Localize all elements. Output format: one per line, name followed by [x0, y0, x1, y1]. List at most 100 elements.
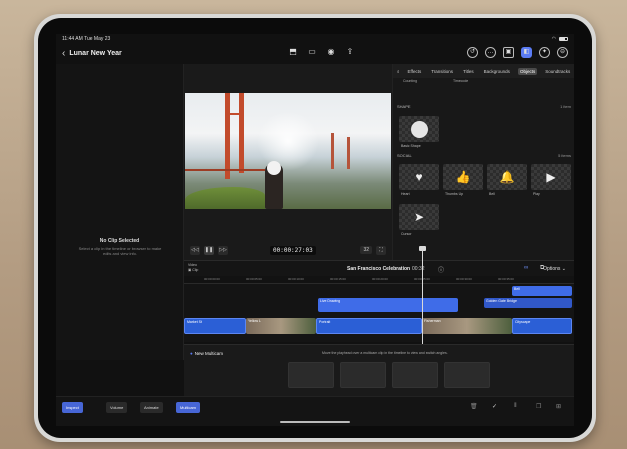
link-icon[interactable]: ∞	[524, 265, 528, 271]
inspect-button[interactable]: Inspect	[62, 402, 83, 413]
pause-button[interactable]: ❚❚	[204, 245, 214, 255]
search-icon[interactable]: ⌕	[397, 69, 400, 74]
browser-toggle-icon[interactable]: ◧	[521, 47, 532, 58]
fullscreen-icon[interactable]: ⛶	[376, 245, 386, 255]
clip-yellow[interactable]: Yellow L	[246, 318, 316, 334]
clip-portrait[interactable]: Portrait	[316, 318, 422, 334]
far-tower	[331, 133, 334, 169]
voiceover-icon[interactable]: ◉	[326, 47, 336, 57]
timeline-tracks: Bell Live Drawing Golden Gate Bridge Mar…	[184, 284, 574, 342]
timecode: 00:00:27:03	[270, 245, 316, 255]
item-counting[interactable]: Counting	[403, 79, 417, 83]
rewind-icon[interactable]: ◁◁	[190, 245, 200, 255]
clip-market-st[interactable]: Market St	[184, 318, 246, 334]
browser-tabs: ⌕ Effects Transitions Titles Backgrounds…	[393, 64, 574, 78]
check-icon[interactable]: ✓	[492, 403, 497, 410]
camera-icon[interactable]: ▭	[307, 47, 317, 57]
label-bell: Bell	[489, 192, 495, 196]
tab-soundtracks[interactable]: Soundtracks	[543, 68, 572, 75]
item-timecode[interactable]: Timecode	[453, 79, 468, 83]
duplicate-icon[interactable]: ❐	[536, 403, 541, 410]
status-time: 11:44 AM Tue May 23	[62, 36, 111, 42]
playhead[interactable]	[422, 248, 423, 344]
tab-transitions[interactable]: Transitions	[429, 68, 455, 75]
timeline-header: Video ▣ Clip San Francisco Celebration 00…	[184, 260, 574, 276]
section-shape: SHAPE 1 item	[397, 104, 571, 109]
home-indicator	[280, 421, 350, 423]
multicam-angle-4[interactable]	[444, 362, 490, 388]
bell-icon: 🔔	[499, 170, 515, 184]
bridge-beam	[225, 113, 244, 115]
multicam-button[interactable]: Multicam	[176, 402, 201, 413]
bridge-tower-right	[239, 93, 244, 173]
bottom-toolbar: Inspect Volume Animate Multicam 🗑 ✓ ⫴ ❐ …	[56, 396, 574, 426]
section-social: SOCIAL 5 items	[397, 153, 571, 158]
tile-basic-shape[interactable]	[399, 116, 439, 142]
cursor-icon: ➤	[413, 210, 425, 224]
far-tower-2	[347, 137, 350, 169]
no-clip-subtitle: Select a clip in the timeline or browser…	[78, 246, 162, 256]
app-screen: 11:44 AM Tue May 23 ◠ ‹ Lunar New Year ⬒…	[56, 34, 574, 426]
video-badge: Video ▣ Clip	[188, 263, 199, 272]
multicam-angle-3[interactable]	[392, 362, 438, 388]
clip-live-drawing[interactable]: Live Drawing	[318, 298, 458, 312]
effects-icon[interactable]: ✦	[539, 47, 550, 58]
forward-icon[interactable]: ▷▷	[218, 245, 228, 255]
viewer: ◁◁ ❚❚ ▷▷ 00:00:27:03 32 ⛶	[184, 64, 392, 260]
person-head	[267, 161, 281, 175]
share-icon[interactable]: ⇪	[345, 47, 355, 57]
history-icon[interactable]: ↺	[467, 47, 478, 58]
more-icon[interactable]: …	[485, 47, 496, 58]
tile-bell[interactable]: 🔔	[487, 164, 527, 190]
label-heart: Heart	[401, 192, 410, 196]
browser-panel: ⌕ Effects Transitions Titles Backgrounds…	[392, 64, 574, 260]
split-icon[interactable]: ⫴	[514, 403, 517, 410]
settings-icon[interactable]: ⊖	[557, 47, 568, 58]
tab-objects[interactable]: Objects	[517, 67, 538, 75]
clip-golden-gate[interactable]: Golden Gate Bridge	[484, 298, 572, 308]
transport-controls: ◁◁ ❚❚ ▷▷ 00:00:27:03 32 ⛶	[184, 242, 392, 258]
hill	[185, 187, 265, 209]
ruler-tick: 00:00:00:00	[204, 277, 220, 281]
ipad-bezel: 11:44 AM Tue May 23 ◠ ‹ Lunar New Year ⬒…	[38, 18, 592, 438]
ruler-tick: 00:00:10:00	[288, 277, 304, 281]
ruler-tick: 00:00:30:00	[456, 277, 472, 281]
new-multicam-label[interactable]: New Multicam	[190, 351, 223, 356]
clip-cityscape[interactable]: Cityscape	[512, 318, 572, 334]
ruler-tick: 00:00:05:00	[246, 277, 262, 281]
ruler-tick: 00:00:35:00	[498, 277, 514, 281]
tab-titles[interactable]: Titles	[461, 68, 476, 75]
project-name: San Francisco Celebration	[347, 266, 411, 272]
tab-backgrounds[interactable]: Backgrounds	[482, 68, 512, 75]
photos-icon[interactable]: ▣	[503, 47, 514, 58]
volume-button[interactable]: Volume	[106, 402, 128, 413]
options-button[interactable]: Options ⌄	[543, 266, 566, 272]
zoom-level[interactable]: 32	[360, 246, 372, 254]
tile-play[interactable]: ▶	[531, 164, 571, 190]
drawing-overlay	[257, 111, 319, 171]
tile-thumbs-up[interactable]: 👍	[443, 164, 483, 190]
info-icon[interactable]: ⓘ	[438, 265, 444, 274]
heart-icon: ♥	[415, 170, 423, 184]
back-chevron-icon[interactable]: ‹	[62, 48, 65, 59]
multicam-angle-1[interactable]	[288, 362, 334, 388]
export-icon[interactable]: ⬒	[288, 47, 298, 57]
detach-icon[interactable]: ⊞	[556, 403, 561, 410]
label-thumbs-up: Thumbs Up	[445, 192, 464, 196]
label-cursor: Cursor	[401, 232, 412, 236]
clip-bell[interactable]: Bell	[512, 286, 572, 296]
label-play: Play	[533, 192, 540, 196]
tile-cursor[interactable]: ➤	[399, 204, 439, 230]
video-preview[interactable]	[185, 93, 391, 209]
bridge-tower-left	[225, 93, 230, 179]
status-bar: 11:44 AM Tue May 23 ◠	[56, 34, 574, 44]
trash-icon[interactable]: 🗑	[470, 403, 478, 410]
multicam-angle-2[interactable]	[340, 362, 386, 388]
animate-button[interactable]: Animate	[140, 402, 163, 413]
tab-effects[interactable]: Effects	[406, 68, 424, 75]
ipad-device: 11:44 AM Tue May 23 ◠ ‹ Lunar New Year ⬒…	[34, 14, 596, 442]
multicam-info: Move the playhead over a multicam clip i…	[322, 351, 448, 355]
timeline-ruler[interactable]: 00:00:00:00 00:00:05:00 00:00:10:00 00:0…	[184, 276, 574, 284]
clip-fisherman[interactable]: Fisherman	[422, 318, 512, 334]
tile-heart[interactable]: ♥	[399, 164, 439, 190]
